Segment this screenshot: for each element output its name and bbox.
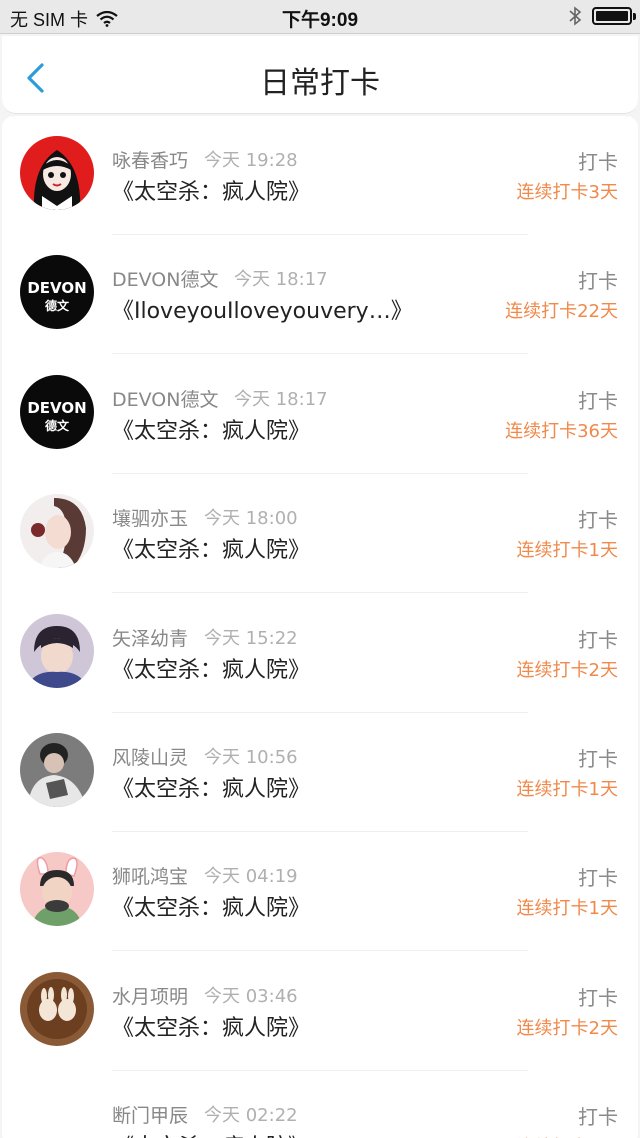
checkin-row[interactable]: 断门甲辰今天 02:22 《太空杀：疯人院》 打卡连续打卡2天 xyxy=(2,1071,638,1138)
user-name[interactable]: 咏春香巧 xyxy=(112,146,188,173)
checkin-label: 打卡 xyxy=(578,628,618,652)
svg-text:DEVON: DEVON xyxy=(27,279,86,297)
avatar[interactable] xyxy=(20,852,94,926)
checkin-row[interactable]: 狮吼鸿宝 今天 04:19 《太空杀：疯人院》 打卡连续打卡1天 xyxy=(2,832,638,951)
avatar[interactable]: DEVON 德文 xyxy=(20,255,94,329)
checkin-time: 今天 19:28 xyxy=(204,150,298,171)
streak-label: 连续打卡2天 xyxy=(516,1018,618,1039)
avatar[interactable]: DEVON 德文 xyxy=(20,375,94,449)
avatar[interactable] xyxy=(20,136,94,210)
checkin-label: 打卡 xyxy=(578,508,618,532)
user-name[interactable]: 水月项明 xyxy=(112,982,188,1009)
nav-header: 日常打卡 xyxy=(2,36,638,114)
checkin-time: 今天 18:17 xyxy=(234,389,328,410)
checkin-time: 今天 15:22 xyxy=(204,628,298,649)
svg-text:德文: 德文 xyxy=(45,298,70,313)
checkin-label: 打卡 xyxy=(578,986,618,1010)
status-left: 无 SIM 卡 xyxy=(10,6,118,32)
checkin-row[interactable]: 水月项明 今天 03:46 《太空杀：疯人院》 打卡连续打卡2天 xyxy=(2,952,638,1071)
checkin-time: 今天 10:56 xyxy=(204,747,298,768)
status-right xyxy=(568,6,636,26)
avatar[interactable] xyxy=(20,614,94,688)
streak-label: 连续打卡22天 xyxy=(505,301,618,322)
checkin-content: 《太空杀：疯人院》 xyxy=(112,538,311,563)
row-divider xyxy=(112,950,528,951)
checkin-time: 今天 03:46 xyxy=(204,986,298,1007)
checkin-label: 打卡 xyxy=(578,1105,618,1129)
checkin-time: 今天 18:17 xyxy=(234,269,328,290)
streak-label: 连续打卡1天 xyxy=(516,540,618,561)
wifi-icon xyxy=(96,11,118,27)
row-divider xyxy=(112,592,528,593)
user-name[interactable]: 壤驷亦玉 xyxy=(112,504,188,531)
streak-label: 连续打卡1天 xyxy=(516,779,618,800)
user-name[interactable]: 狮吼鸿宝 xyxy=(112,862,188,889)
checkin-label: 打卡 xyxy=(578,150,618,174)
checkin-row[interactable]: 咏春香巧 今天 19:28 《太空杀：疯人院》 打卡连续打卡3天 xyxy=(2,116,638,235)
checkin-content: 《太空杀：疯人院》 xyxy=(112,1129,310,1138)
carrier-label: 无 SIM 卡 xyxy=(10,10,89,30)
streak-label: 连续打卡36天 xyxy=(505,421,618,442)
user-name[interactable]: 风陵山灵 xyxy=(112,743,188,770)
checkin-row[interactable]: 矢泽幼青 今天 15:22 《太空杀：疯人院》 打卡连续打卡2天 xyxy=(2,594,638,713)
checkin-time: 今天 18:00 xyxy=(204,508,298,529)
bluetooth-icon xyxy=(569,6,582,26)
row-divider xyxy=(112,353,528,354)
battery-icon xyxy=(592,7,636,25)
checkin-row[interactable]: DEVON 德文 DEVON德文 今天 18:17 《太空杀：疯人院》 打卡 连续打卡36天 xyxy=(2,355,638,474)
checkin-label: 打卡 xyxy=(578,389,618,413)
checkin-content: 《IloveyouIloveyouvery…》 xyxy=(112,299,413,324)
svg-text:德文: 德文 xyxy=(45,418,70,433)
user-name[interactable]: DEVON德文 xyxy=(112,265,218,292)
checkin-row[interactable]: DEVON 德文 DEVON德文 今天 18:17 《IloveyouIloveyouv… xyxy=(2,235,638,354)
avatar[interactable] xyxy=(20,733,94,807)
checkin-list[interactable]: 咏春香巧 今天 19:28 《太空杀：疯人院》 打卡 连续打卡3天 DEVON 德文 DEVO… xyxy=(2,116,638,1138)
checkin-time: 今天 04:19 xyxy=(204,866,298,887)
checkin-row[interactable]: 壤驷亦玉 今天 18:00 《太空杀：疯人院》 打卡连续打卡1天 xyxy=(2,474,638,593)
checkin-time: 今天 02:22 xyxy=(204,1105,298,1126)
status-bar: 无 SIM 卡 下午9:09 xyxy=(0,0,640,34)
streak-label: 连续打卡2天 xyxy=(517,1133,618,1138)
streak-label: 连续打卡3天 xyxy=(516,182,618,203)
checkin-label: 打卡 xyxy=(578,269,618,293)
checkin-label: 打卡 xyxy=(578,866,618,890)
checkin-content: 《太空杀：疯人院》 xyxy=(112,658,311,683)
checkin-content: 《太空杀：疯人院》 xyxy=(112,419,311,444)
user-name[interactable]: DEVON德文 xyxy=(112,385,218,412)
checkin-row[interactable]: 风陵山灵 今天 10:56 《太空杀：疯人院》 打卡连续打卡1天 xyxy=(2,713,638,832)
svg-text:DEVON: DEVON xyxy=(27,399,86,417)
checkin-content: 《太空杀：疯人院》 xyxy=(112,1016,311,1041)
checkin-label: 打卡 xyxy=(578,747,618,771)
back-chevron-icon[interactable] xyxy=(24,62,48,94)
user-name[interactable]: 矢泽幼青 xyxy=(112,624,188,651)
user-name[interactable]: 断门甲辰 xyxy=(112,1101,188,1128)
checkin-content: 《太空杀：疯人院》 xyxy=(112,777,311,802)
streak-label: 连续打卡1天 xyxy=(516,898,618,919)
avatar[interactable] xyxy=(20,972,94,1046)
page-title: 日常打卡 xyxy=(260,66,380,101)
checkin-content: 《太空杀：疯人院》 xyxy=(112,896,311,921)
streak-label: 连续打卡2天 xyxy=(516,660,618,681)
avatar[interactable] xyxy=(20,494,94,568)
checkin-content: 《太空杀：疯人院》 xyxy=(112,180,311,205)
